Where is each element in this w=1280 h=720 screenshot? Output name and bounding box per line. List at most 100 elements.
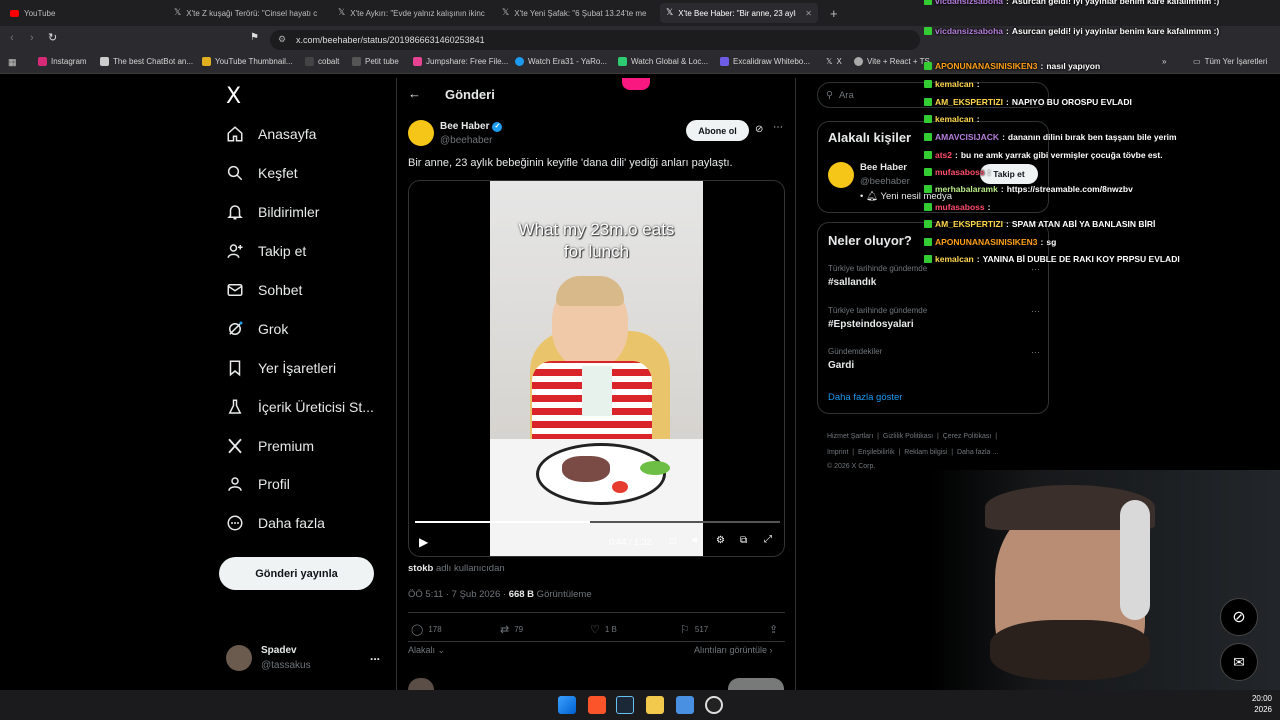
bookmark-label: cobalt [318, 57, 340, 66]
store-icon[interactable] [676, 696, 694, 714]
footer-link[interactable]: Reklam bilgisi [904, 449, 947, 456]
volume-icon[interactable]: 🔊︎ [692, 535, 698, 546]
footer-link[interactable]: Çerez Politikası [943, 433, 992, 440]
trend-item[interactable]: Türkiye tarihinde gündemde #sallandık ⋯ [828, 264, 1040, 288]
back-icon[interactable]: ‹ [10, 32, 14, 44]
tab-x-active[interactable]: 𝕏 X'te Bee Haber: "Bir anne, 23 aylı ✕ [660, 3, 818, 23]
nav-messages[interactable]: Sohbet [226, 281, 302, 299]
brave-browser-icon[interactable] [588, 696, 606, 714]
footer-link[interactable]: Gizlilik Politikası [883, 433, 933, 440]
nav-notifications[interactable]: Bildirimler [226, 203, 319, 221]
address-bar[interactable]: ⚙ x.com/beehaber/status/2019866631460253… [270, 30, 920, 50]
nav-home[interactable]: Anasayfa [226, 125, 316, 143]
reply-button[interactable]: ◯ 178 [411, 623, 442, 636]
reply-button-partial[interactable] [728, 678, 784, 690]
source-attribution: stokb adlı kullanıcıdan [408, 563, 505, 574]
like-button[interactable]: ♡ 1 B [590, 623, 617, 636]
folder-icon: ▭ [1193, 57, 1201, 66]
source-user[interactable]: stokb [408, 563, 433, 574]
trend-item[interactable]: Türkiye tarihinde gündemde #Epsteindosya… [828, 306, 1040, 330]
captions-icon[interactable]: ⊡ [669, 536, 677, 547]
system-clock[interactable]: 20:00 2026 [1240, 693, 1272, 715]
all-bookmarks[interactable]: ▭ Tüm Yer İşaretleri [1193, 57, 1267, 66]
nav-more[interactable]: Daha fazla [226, 514, 325, 532]
bookmark-button[interactable]: ⚐ 517 [680, 623, 708, 636]
obs-icon[interactable] [705, 696, 723, 714]
fullscreen-icon[interactable]: ⤢ [764, 534, 772, 545]
forward-icon[interactable]: › [30, 32, 34, 44]
nav-grok[interactable]: Grok [226, 320, 288, 338]
bookmarks-overflow[interactable]: » [1162, 57, 1166, 66]
bookmark-item[interactable]: Jumpshare: Free File... [413, 57, 508, 66]
reload-icon[interactable]: ↻ [48, 31, 57, 44]
related-name[interactable]: Bee Haber [860, 162, 907, 173]
related-dropdown[interactable]: Alakalı ⌄ [408, 645, 445, 656]
trend-more-icon[interactable]: ⋯ [1031, 264, 1040, 275]
reply-avatar [408, 678, 434, 690]
tab-youtube[interactable]: YouTube [4, 3, 164, 23]
post-button[interactable]: Gönderi yayınla [219, 557, 374, 590]
apps-grid-icon[interactable]: ▦ [8, 57, 17, 68]
author-avatar[interactable] [408, 120, 434, 146]
subscribe-button[interactable]: Abone ol [686, 120, 749, 141]
share-button[interactable]: ⇪ [769, 623, 778, 636]
nav-bookmarks[interactable]: Yer İşaretleri [226, 359, 336, 377]
author-name[interactable]: Bee Haber ✓ [440, 121, 503, 132]
nav-profile[interactable]: Profil [226, 475, 290, 493]
bookmark-item[interactable]: Watch Era31 - YaRo... [515, 57, 607, 66]
windows-start-icon[interactable] [558, 696, 576, 714]
pip-icon[interactable]: ⧉ [740, 535, 747, 546]
video-progress-track[interactable] [415, 521, 780, 523]
post-timestamp[interactable]: ÖÖ 5:11 · 7 Şub 2026 · [408, 589, 509, 600]
account-switcher[interactable]: Spadev @tassakus ... [226, 645, 396, 675]
messages-float-icon[interactable]: ✉ [1220, 643, 1258, 681]
tab-x-1[interactable]: 𝕏 X'te Z kuşağı Terörü: "Cinsel hayatı c [168, 3, 328, 23]
bookmark-icon[interactable]: ⚑ [250, 32, 259, 43]
account-more-icon[interactable]: ... [370, 649, 380, 663]
footer-link[interactable]: Daha fazla ... [957, 449, 998, 456]
nav-creator-studio[interactable]: İçerik Üreticisi St... [226, 398, 374, 416]
x-logo[interactable]: X [226, 84, 241, 109]
tab-x-2[interactable]: 𝕏 X'te Aykırı: "Evde yalnız kalışının ik… [332, 3, 492, 23]
bookmark-item[interactable]: Petit tube [352, 57, 399, 66]
trend-more-icon[interactable]: ⋯ [1031, 347, 1040, 358]
bookmark-item[interactable]: Instagram [38, 57, 87, 66]
footer-link[interactable]: Hizmet Şartları [827, 433, 873, 440]
bookmark-item[interactable]: 𝕏X [826, 57, 842, 66]
bookmark-item[interactable]: Vite + React + TS [854, 57, 930, 66]
repost-button[interactable]: ⇄ 79 [500, 623, 523, 636]
view-quotes-link[interactable]: Alıntıları görüntüle › [694, 645, 773, 655]
footer-link[interactable]: Erişilebilirlik [858, 449, 895, 456]
nav-premium[interactable]: Premium [226, 437, 314, 455]
settings-gear-icon[interactable]: ⚙ [716, 535, 725, 546]
chat-username: AM_EKSPERTIZI [935, 219, 1004, 229]
grok-explain-icon[interactable]: ⊘ [755, 124, 763, 135]
show-more-link[interactable]: Daha fazla göster [828, 392, 902, 403]
trend-item[interactable]: Gündemdekiler Gardi ⋯ [828, 347, 1040, 371]
nav-label: Profil [258, 476, 290, 492]
bookmark-item[interactable]: YouTube Thumbnail... [202, 57, 293, 66]
back-arrow-icon[interactable]: ← [408, 86, 421, 101]
close-tab-icon[interactable]: ✕ [805, 9, 812, 18]
related-avatar[interactable] [828, 162, 854, 188]
grok-float-icon[interactable]: ⊘ [1220, 598, 1258, 636]
video-player[interactable]: What my 23m.o eats for lunch ▶ 0:44 / 1:… [408, 180, 785, 557]
bookmark-item[interactable]: Watch Global & Loc... [618, 57, 708, 66]
food-tomato [612, 481, 628, 493]
taskbar: 20:00 2026 [0, 690, 1280, 720]
file-explorer-icon[interactable] [646, 696, 664, 714]
steam-icon[interactable] [616, 696, 634, 714]
footer-link[interactable]: Imprint [827, 449, 848, 456]
tab-x-3[interactable]: 𝕏 X'te Yeni Şafak: "6 Şubat 13.24'te me [496, 3, 656, 23]
bookmark-item[interactable]: The best ChatBot an... [100, 57, 193, 66]
food-cucumber [640, 461, 670, 475]
new-tab-button[interactable]: + [824, 3, 844, 23]
bookmark-item[interactable]: cobalt [305, 57, 339, 66]
nav-follow[interactable]: Takip et [226, 242, 306, 260]
play-icon[interactable]: ▶ [419, 535, 428, 549]
trend-more-icon[interactable]: ⋯ [1031, 306, 1040, 317]
bookmark-item[interactable]: Excalidraw Whitebo... [720, 57, 810, 66]
site-info-icon[interactable]: ⚙ [278, 34, 286, 45]
post-more-icon[interactable]: ⋯ [773, 122, 783, 133]
nav-explore[interactable]: Keşfet [226, 164, 298, 182]
